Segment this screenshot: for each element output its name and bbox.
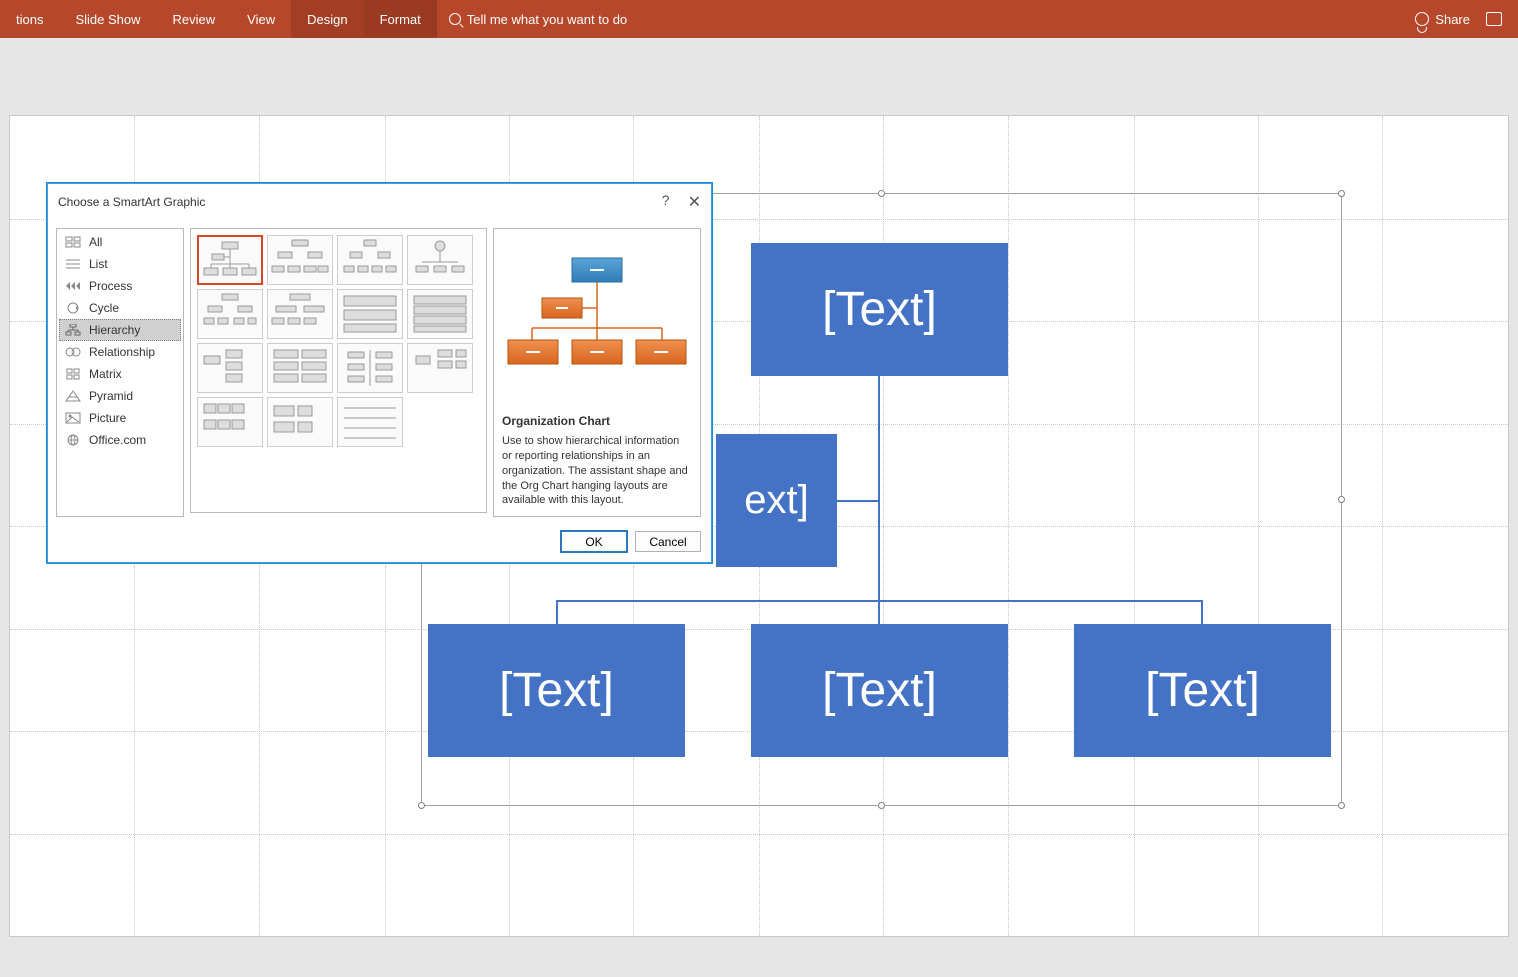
layout-hierarchy-5[interactable] <box>197 289 263 339</box>
dialog-titlebar[interactable]: Choose a SmartArt Graphic ? ✕ <box>48 184 711 220</box>
layout-org-chart[interactable] <box>197 235 263 285</box>
share-icon <box>1415 12 1429 26</box>
layout-hierarchy-9[interactable] <box>197 343 263 393</box>
cycle-icon <box>65 302 81 314</box>
category-relationship[interactable]: Relationship <box>59 341 181 363</box>
matrix-icon <box>65 368 81 380</box>
org-line-h-assist <box>837 500 879 502</box>
category-picture[interactable]: Picture <box>59 407 181 429</box>
lightbulb-icon <box>449 13 461 25</box>
layout-hierarchy-12[interactable] <box>407 343 473 393</box>
ribbon: tions Slide Show Review View Design Form… <box>0 0 1518 38</box>
dialog-close-button[interactable]: ✕ <box>688 192 701 212</box>
all-icon <box>65 236 81 248</box>
ribbon-tab-format[interactable]: Format <box>364 0 437 38</box>
org-box-child3[interactable]: [Text] <box>1074 624 1331 757</box>
layout-hierarchy-7[interactable] <box>337 289 403 339</box>
ribbon-right: Share <box>1415 12 1502 27</box>
org-line-v1 <box>878 376 880 601</box>
list-icon <box>65 258 81 270</box>
org-box-child1[interactable]: [Text] <box>428 624 685 757</box>
dialog-help-button[interactable]: ? <box>662 192 670 212</box>
ribbon-tab-slideshow[interactable]: Slide Show <box>59 0 156 38</box>
pyramid-icon <box>65 390 81 402</box>
dialog-title-text: Choose a SmartArt Graphic <box>58 195 205 209</box>
layout-hierarchy-3[interactable] <box>337 235 403 285</box>
process-icon <box>65 280 81 292</box>
ribbon-tab-view[interactable]: View <box>231 0 291 38</box>
layout-hierarchy-13[interactable] <box>197 397 263 447</box>
layout-hierarchy-11[interactable] <box>337 343 403 393</box>
ribbon-tab-review[interactable]: Review <box>157 0 232 38</box>
ok-button[interactable]: OK <box>561 531 627 552</box>
org-box-child2[interactable]: [Text] <box>751 624 1008 757</box>
preview-description: Use to show hierarchical information or … <box>502 434 692 508</box>
layout-hierarchy-14[interactable] <box>267 397 333 447</box>
category-all[interactable]: All <box>59 231 181 253</box>
cancel-button[interactable]: Cancel <box>635 531 701 552</box>
layout-hierarchy-8[interactable] <box>407 289 473 339</box>
hierarchy-icon <box>65 324 81 336</box>
layout-hierarchy-10[interactable] <box>267 343 333 393</box>
org-line-v-c3 <box>1201 600 1203 624</box>
layout-preview: Organization Chart Use to show hierarchi… <box>493 228 701 517</box>
category-cycle[interactable]: Cycle <box>59 297 181 319</box>
layout-hierarchy-2[interactable] <box>267 235 333 285</box>
tell-me-label: Tell me what you want to do <box>467 12 627 27</box>
category-pyramid[interactable]: Pyramid <box>59 385 181 407</box>
category-list: All List Process Cycle Hierarchy Relatio… <box>56 228 184 517</box>
comment-icon[interactable] <box>1486 12 1502 26</box>
org-box-assistant[interactable]: ext] <box>716 434 837 567</box>
relationship-icon <box>65 346 81 358</box>
layout-hierarchy-4[interactable] <box>407 235 473 285</box>
ribbon-tab-transitions[interactable]: tions <box>0 0 59 38</box>
share-button[interactable]: Share <box>1435 12 1470 27</box>
layout-grid <box>190 228 487 513</box>
preview-image <box>502 237 692 402</box>
preview-title: Organization Chart <box>502 414 692 428</box>
category-list-item[interactable]: List <box>59 253 181 275</box>
layout-hierarchy-15[interactable] <box>337 397 403 447</box>
picture-icon <box>65 412 81 424</box>
category-office-com[interactable]: Office.com <box>59 429 181 451</box>
org-line-v-c1 <box>556 600 558 624</box>
smartart-dialog: Choose a SmartArt Graphic ? ✕ All List P… <box>47 183 712 563</box>
tell-me-search[interactable]: Tell me what you want to do <box>449 12 627 27</box>
globe-icon <box>65 434 81 446</box>
org-box-top[interactable]: [Text] <box>751 243 1008 376</box>
category-matrix[interactable]: Matrix <box>59 363 181 385</box>
category-hierarchy[interactable]: Hierarchy <box>59 319 181 341</box>
ribbon-tab-design[interactable]: Design <box>291 0 363 38</box>
org-line-v-c2 <box>878 600 880 624</box>
layout-hierarchy-6[interactable] <box>267 289 333 339</box>
category-process[interactable]: Process <box>59 275 181 297</box>
